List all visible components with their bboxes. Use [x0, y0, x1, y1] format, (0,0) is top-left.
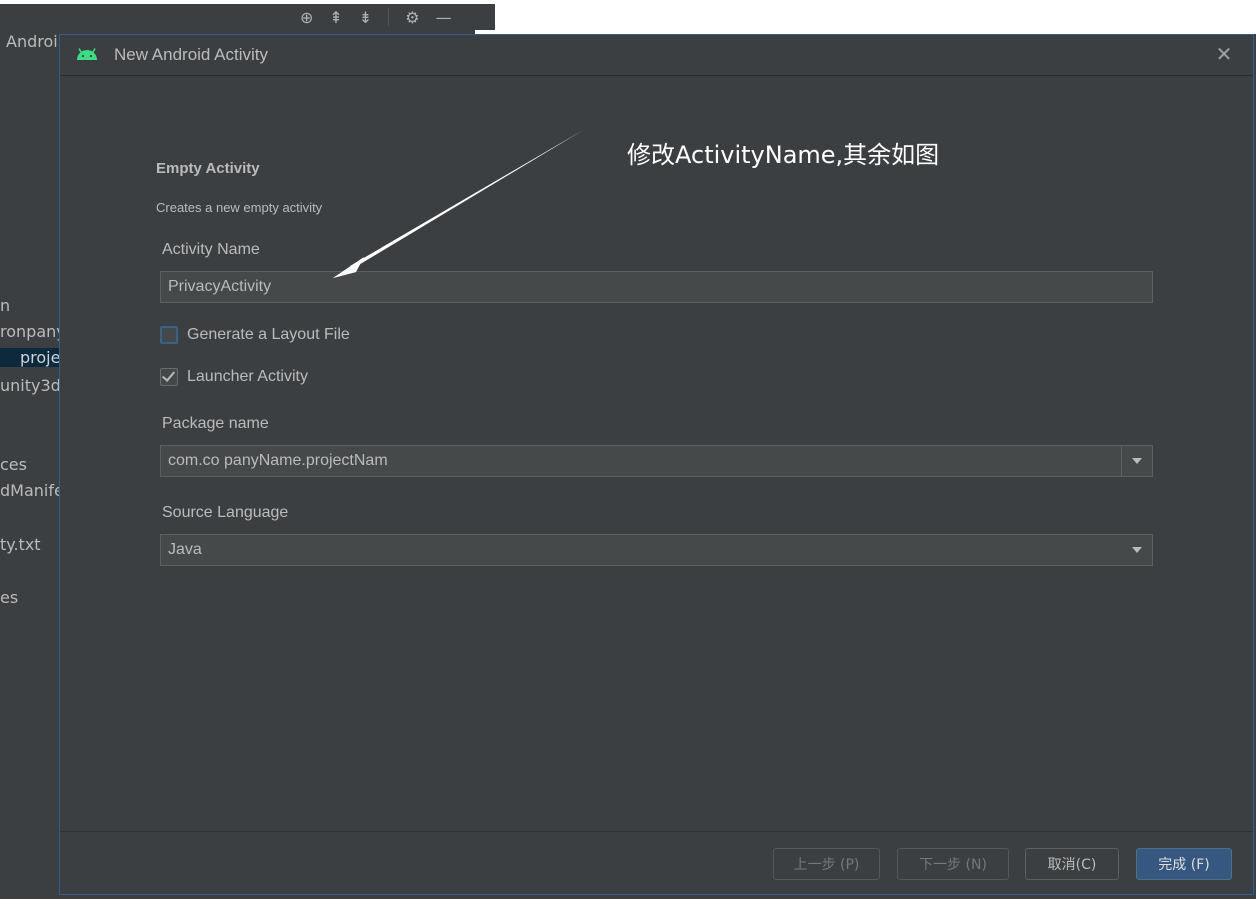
minimize-icon[interactable]: —	[436, 8, 452, 27]
chevron-down-icon[interactable]	[1130, 535, 1144, 565]
activity-name-input[interactable]: PrivacyActivity	[160, 271, 1153, 303]
launcher-activity-row[interactable]: Launcher Activity	[160, 366, 308, 388]
android-logo-icon	[77, 48, 97, 60]
tree-item[interactable]: dManife	[0, 481, 62, 500]
launcher-activity-label: Launcher Activity	[187, 368, 308, 385]
expand-all-icon[interactable]: ⇞	[329, 8, 342, 27]
dialog-footer: 上一步 (P) 下一步 (N) 取消(C) 完成 (F)	[60, 831, 1253, 894]
cancel-button[interactable]: 取消(C)	[1025, 848, 1119, 880]
activity-name-label: Activity Name	[162, 241, 260, 258]
project-tree: Androi n ronpany proje unity3d ces dMani…	[0, 30, 62, 899]
package-name-combo[interactable]: com.co panyName.projectNam	[160, 445, 1153, 477]
launcher-activity-checkbox[interactable]	[160, 368, 178, 386]
source-language-value: Java	[168, 541, 202, 558]
previous-button[interactable]: 上一步 (P)	[773, 848, 880, 880]
dialog-title: New Android Activity	[114, 45, 269, 64]
annotation-arrow-icon	[333, 129, 585, 278]
package-name-label: Package name	[162, 415, 269, 432]
close-icon[interactable]: ✕	[1213, 43, 1235, 65]
tree-item[interactable]: ty.txt	[0, 535, 41, 554]
generate-layout-label: Generate a Layout File	[187, 326, 350, 343]
tree-item[interactable]: es	[0, 588, 18, 607]
tree-item-selected[interactable]: proje	[0, 348, 62, 367]
annotation-text: 修改ActivityName,其余如图	[627, 141, 940, 169]
source-language-label: Source Language	[162, 504, 289, 521]
gear-icon[interactable]: ⚙	[405, 8, 419, 27]
blank-region	[475, 4, 1256, 34]
toolbar-separator	[388, 8, 390, 26]
package-name-value[interactable]: com.co panyName.projectNam	[168, 446, 388, 476]
section-title: Empty Activity	[156, 160, 260, 177]
dialog-titlebar[interactable]: New Android Activity ✕	[60, 35, 1253, 76]
section-description: Creates a new empty activity	[156, 200, 323, 215]
dialog-body: Empty Activity Creates a new empty activ…	[60, 76, 1253, 833]
generate-layout-row[interactable]: Generate a Layout File	[160, 324, 350, 346]
tree-item[interactable]: n	[0, 296, 10, 315]
tree-item[interactable]: ces	[0, 455, 27, 474]
locate-icon[interactable]: ⊕	[300, 8, 313, 27]
project-toolbar: ⊕ ⇞ ⇟ ⚙ —	[280, 4, 495, 30]
collapse-all-icon[interactable]: ⇟	[359, 8, 372, 27]
tree-item[interactable]: Androi	[6, 32, 58, 51]
next-button[interactable]: 下一步 (N)	[897, 848, 1009, 880]
tree-item[interactable]: ronpany	[0, 322, 62, 341]
source-language-select[interactable]: Java	[160, 534, 1153, 566]
checkmark-icon	[161, 368, 176, 382]
new-activity-dialog: New Android Activity ✕ Empty Activity Cr…	[59, 34, 1254, 895]
tree-item[interactable]: unity3d	[0, 376, 61, 395]
generate-layout-checkbox[interactable]	[160, 326, 178, 344]
finish-button[interactable]: 完成 (F)	[1136, 848, 1232, 880]
chevron-down-icon[interactable]	[1121, 446, 1152, 476]
